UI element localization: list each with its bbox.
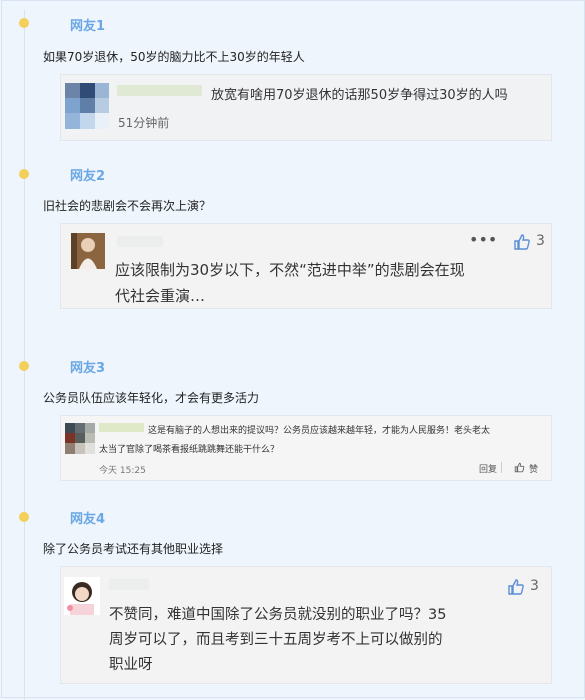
like-button[interactable]: 3 <box>507 578 547 598</box>
reply-time: 今天 15:25 <box>99 466 146 476</box>
more-icon[interactable]: ••• <box>469 230 497 249</box>
avatar-image <box>71 233 105 269</box>
like-button[interactable]: 赞 <box>514 461 550 475</box>
timeline-line <box>24 10 25 700</box>
avatar-mosaic <box>65 83 109 129</box>
reply-card: 3 不赞同，难道中国除了公务员就没别的职业了吗？35 周岁可以了，而且考到三十五… <box>60 566 552 684</box>
avatar <box>65 423 95 454</box>
thumbs-up-icon <box>514 234 530 250</box>
comment-text: 除了公务员考试还有其他职业选择 <box>43 542 224 556</box>
like-count: 3 <box>536 233 545 249</box>
blurred-username <box>117 236 163 247</box>
blurred-username <box>99 423 144 432</box>
reply-text-line-1: 应该限制为30岁以下，不然“范进中举”的悲剧会在现 <box>115 261 465 279</box>
timeline-dot <box>19 512 29 522</box>
avatar <box>64 577 100 615</box>
reply-button[interactable]: 回复 <box>479 462 497 475</box>
avatar-image <box>64 577 100 615</box>
user-name: 网友3 <box>70 361 106 376</box>
avatar <box>71 233 105 269</box>
reply-card: 这是有脑子的人想出来的提议吗？公务员应该越来越年轻，才能为人民服务！老头老太 太… <box>60 415 552 481</box>
comment-text: 如果70岁退休，50岁的脑力比不上30岁的年轻人 <box>43 50 305 64</box>
divider <box>501 462 502 473</box>
reply-time: 51分钟前 <box>118 116 170 130</box>
timeline-dot <box>19 18 29 28</box>
reply-text-line-1: 不赞同，难道中国除了公务员就没别的职业了吗？35 <box>109 607 447 623</box>
reply-text-line-1: 这是有脑子的人想出来的提议吗？公务员应该越来越年轻，才能为人民服务！老头老太 <box>148 426 491 436</box>
reply-text-line-2: 周岁可以了，而且考到三十五周岁考不上可以做别的 <box>109 632 443 648</box>
comment-text: 公务员队伍应该年轻化，才会有更多活力 <box>43 391 260 405</box>
like-button[interactable]: 3 <box>513 233 553 253</box>
blurred-username <box>117 85 202 96</box>
timeline-dot <box>19 361 29 371</box>
reply-text-line-3: 职业呀 <box>109 657 153 673</box>
user-name: 网友2 <box>70 169 106 184</box>
blurred-username <box>109 579 149 590</box>
reply-card: 放宽有啥用70岁退休的话那50岁争得过30岁的人吗 51分钟前 <box>60 74 552 141</box>
reply-text: 放宽有啥用70岁退休的话那50岁争得过30岁的人吗 <box>211 88 508 103</box>
reply-text-line-2: 代社会重演… <box>115 287 206 305</box>
avatar-mosaic <box>65 423 95 454</box>
thumbs-up-icon <box>514 462 525 473</box>
reply-card: ••• 3 应该限制为30岁以下，不然“范进中举”的悲剧会在现 代社会重演… <box>60 223 552 309</box>
avatar <box>65 83 109 129</box>
user-name: 网友4 <box>70 512 106 527</box>
thumbs-up-icon <box>508 579 524 595</box>
like-label: 赞 <box>529 465 539 475</box>
reply-text-line-2: 太当了官除了喝茶看报纸跳跳舞还能干什么？ <box>99 445 280 455</box>
user-name: 网友1 <box>70 19 106 34</box>
comment-text: 旧社会的悲剧会不会再次上演？ <box>43 199 212 213</box>
timeline-dot <box>19 169 29 179</box>
like-count: 3 <box>530 578 539 594</box>
